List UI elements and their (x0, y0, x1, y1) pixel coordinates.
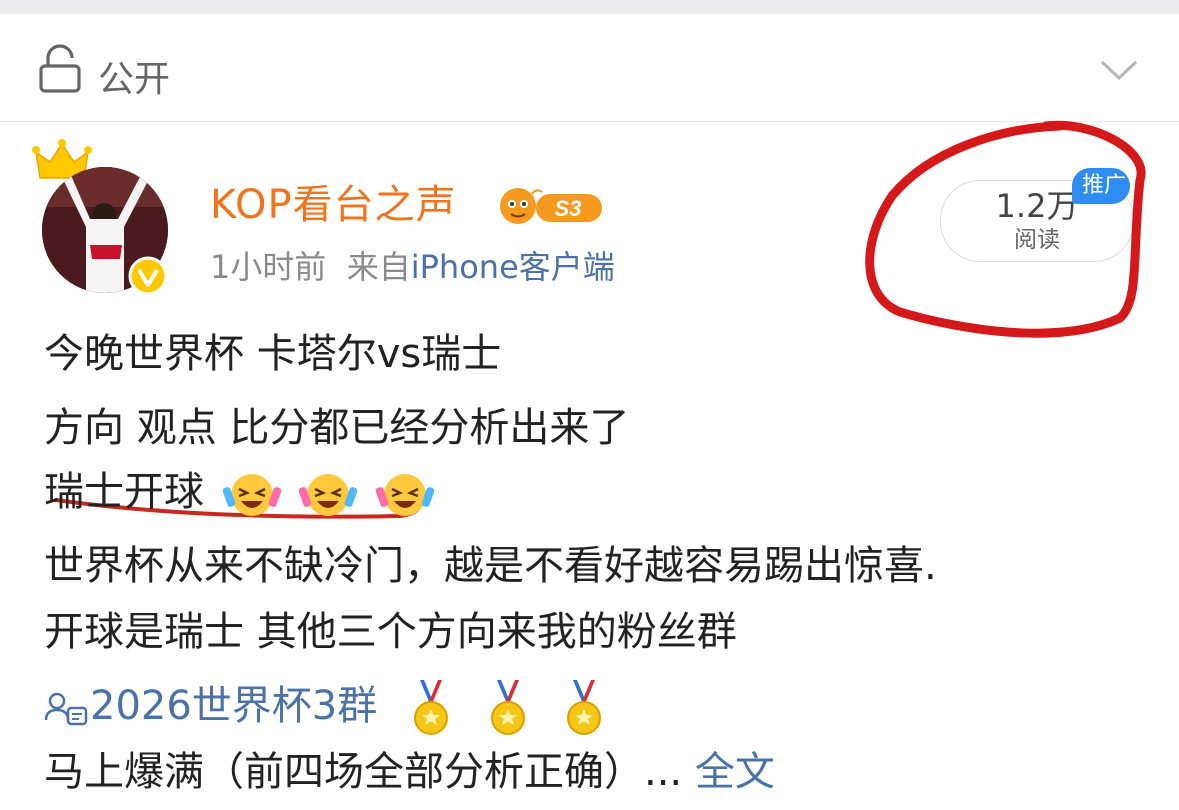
post-line-3-text: 瑞士开球 (44, 469, 204, 515)
username[interactable]: KOP看台之声 (210, 180, 457, 230)
laughing-crying-emoji (299, 474, 358, 516)
post-line-2: 方向 观点 比分都已经分析出来了 (44, 405, 630, 451)
group-link[interactable]: 2026世界杯3群 (44, 683, 390, 729)
privacy-selector[interactable]: 公开 (0, 14, 1179, 122)
level-badge[interactable]: S3 (496, 184, 612, 228)
source-prefix: 来自 (346, 248, 411, 286)
bottom-fade (880, 748, 1179, 808)
laughing-crying-emoji (222, 474, 281, 516)
ad-badge: 推广 (1072, 168, 1130, 204)
full-text-link[interactable]: 全文 (695, 749, 775, 795)
top-strip (0, 0, 1179, 14)
read-label: 阅读 (1014, 227, 1060, 253)
post-line-3: 瑞士开球 (44, 466, 435, 519)
group-chat-icon (44, 692, 88, 726)
post-source[interactable]: iPhone客户端 (411, 248, 615, 286)
gold-medal-icon (567, 680, 602, 735)
post-last-line: 马上爆满（前四场全部分析正确）... (44, 749, 683, 795)
post-line-5: 开球是瑞士 其他三个方向来我的粉丝群 (44, 609, 737, 655)
post-meta: 1小时前 来自iPhone客户端 (210, 245, 615, 289)
post-line-4: 世界杯从来不缺冷门，越是不看好越容易踢出惊喜. (44, 543, 937, 589)
laughing-crying-emoji (376, 474, 435, 516)
gold-medal-icon (490, 680, 525, 735)
group-link-label: 2026世界杯3群 (90, 683, 378, 729)
post-line-7: 马上爆满（前四场全部分析正确）... 全文 (44, 746, 775, 798)
verified-badge-icon (128, 256, 168, 296)
gold-medal-icon (413, 680, 448, 735)
level-badge-label: S3 (555, 196, 582, 221)
post-line-1: 今晚世界杯 卡塔尔vs瑞士 (44, 331, 502, 377)
post-time: 1小时前 (210, 248, 327, 286)
privacy-label: 公开 (98, 59, 171, 100)
post-line-6: 2026世界杯3群 (44, 678, 607, 738)
chevron-down-icon[interactable] (1098, 54, 1140, 84)
lock-icon (39, 44, 81, 93)
